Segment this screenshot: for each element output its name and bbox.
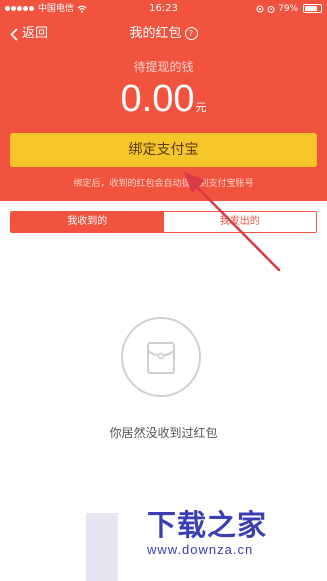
bind-alipay-button[interactable]: 绑定支付宝 [10,133,317,167]
orientation-lock-icon [256,5,264,12]
battery-fill [305,6,317,11]
watermark: 下载之家 www.downza.cn [147,508,307,558]
status-bar: 中国电信 16:23 79% [0,0,327,18]
help-icon[interactable]: ? [184,27,198,40]
balance-amount: 0.00元 [0,76,327,122]
battery-percent: 79% [278,4,299,14]
watermark-bar [86,513,118,581]
watermark-main: 下载之家 [147,508,268,542]
bind-hint-text: 绑定后，收到的红包会自动提现到支付宝账号 [73,179,254,189]
empty-state-circle [121,317,201,397]
watermark-sub: www.downza.cn [147,542,254,557]
nav-bar: 返回 我的红包? [0,18,327,50]
tab-received[interactable]: 我收到的 [11,212,164,232]
page-title-text: 我的红包 [129,26,182,41]
alarm-icon [267,5,275,13]
balance-unit: 元 [195,101,207,114]
battery-icon [303,4,322,13]
tab-bar: 我收到的 我发出的 [10,211,317,233]
pending-label: 待提现的钱 [133,60,194,74]
balance-value: 0.00 [120,78,195,120]
red-envelope-icon [147,342,175,374]
page-title: 我的红包? [0,24,327,44]
status-right: 79% [256,0,322,18]
empty-state-text: 你居然没收到过红包 [109,426,218,440]
tab-sent[interactable]: 我发出的 [163,212,316,232]
header-panel: 中国电信 16:23 79% 返回 我的红包 ? 待提现的钱 0.00元 绑定支… [0,0,327,201]
